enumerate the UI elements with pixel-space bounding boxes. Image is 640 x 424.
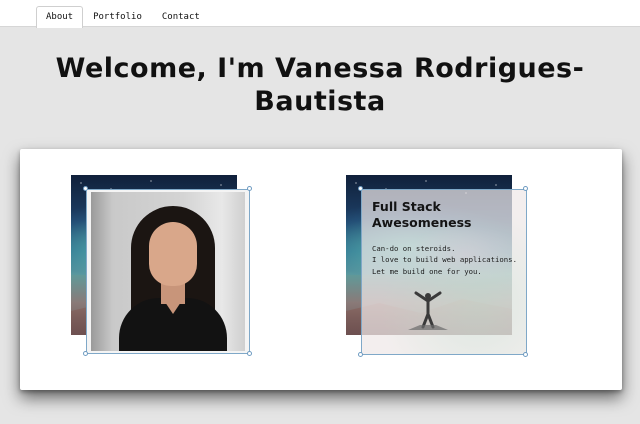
tab-about[interactable]: About [36,6,84,28]
about-heading: Full Stack Awesomeness [372,199,522,231]
resize-handle-top-right[interactable] [523,186,528,191]
resize-handle-bottom-right[interactable] [247,351,252,356]
resize-handle-top-left[interactable] [83,186,88,191]
about-panel[interactable]: Full Stack Awesomeness Can-do on steroid… [361,189,527,355]
about-heading-line-2: Awesomeness [372,215,472,230]
profile-photo-frame[interactable] [86,189,250,354]
about-line: Let me build one for you. [372,266,482,276]
tab-contact[interactable]: Contact [152,6,210,27]
top-navbar: About Portfolio Contact [0,0,640,28]
profile-photo [91,192,245,351]
person-silhouette-icon [408,291,448,330]
resize-handle-top-left[interactable] [358,186,363,191]
about-line: I love to build web applications. [372,255,517,265]
page-title: Welcome, I'm Vanessa Rodrigues- Bautista [20,52,620,118]
tab-portfolio[interactable]: Portfolio [83,6,152,27]
about-heading-line-1: Full Stack [372,199,441,214]
about-line: Can-do on steroids. [372,244,456,253]
resize-handle-bottom-left[interactable] [358,352,363,357]
resize-handle-bottom-right[interactable] [523,352,528,357]
about-description: Can-do on steroids. I love to build web … [372,243,528,277]
page-title-line-2: Bautista [254,86,386,117]
resize-handle-bottom-left[interactable] [83,351,88,356]
content-card: Full Stack Awesomeness Can-do on steroid… [20,149,622,390]
page-title-line-1: Welcome, I'm Vanessa Rodrigues- [55,53,585,84]
nav-tabs: About Portfolio Contact [36,6,210,28]
resize-handle-top-right[interactable] [247,186,252,191]
